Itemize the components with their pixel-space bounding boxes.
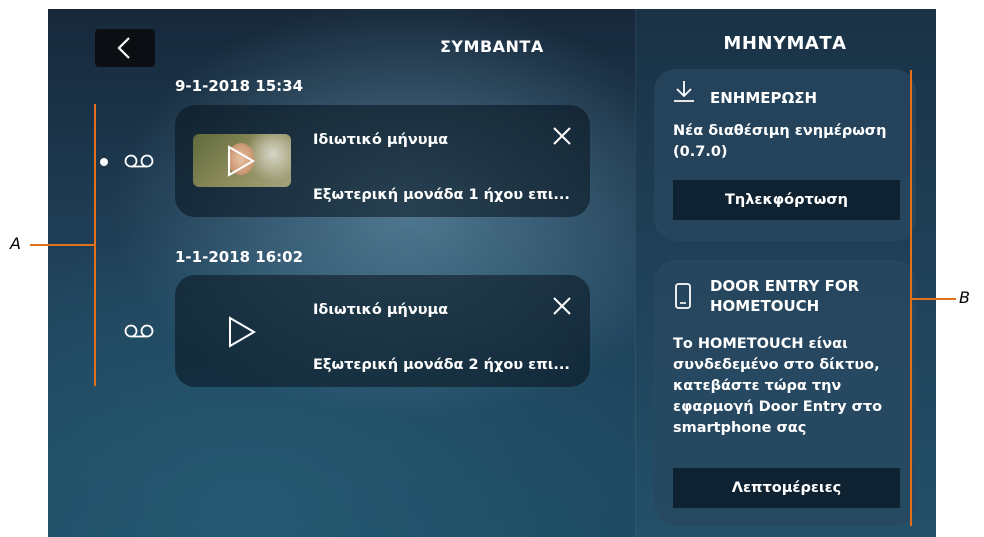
- close-icon[interactable]: [552, 126, 572, 146]
- event-card[interactable]: Ιδιωτικό μήνυμα Εξωτερική μονάδα 1 ήχου …: [175, 105, 590, 217]
- events-title: ΣΥΜΒΑΝΤΑ: [440, 37, 544, 56]
- play-icon: [228, 145, 255, 177]
- annotation-leader-a: [30, 244, 94, 246]
- annotation-leader-b: [912, 298, 956, 300]
- close-icon[interactable]: [552, 296, 572, 316]
- event-title: Ιδιωτικό μήνυμα: [313, 302, 449, 318]
- event-subtitle: Εξωτερική μονάδα 2 ήχου επι...: [313, 357, 570, 373]
- play-icon[interactable]: [227, 316, 257, 348]
- details-button[interactable]: Λεπτομέρειες: [673, 468, 900, 508]
- annotation-label-b: B: [959, 288, 970, 307]
- event-subtitle: Εξωτερική μονάδα 1 ήχου επι...: [313, 187, 570, 203]
- voicemail-icon: [124, 324, 154, 338]
- download-button[interactable]: Τηλεκφόρτωση: [673, 180, 900, 220]
- event-date: 9-1-2018 15:34: [175, 77, 304, 95]
- video-thumbnail[interactable]: [193, 134, 291, 187]
- event-date: 1-1-2018 16:02: [175, 248, 304, 266]
- voicemail-icon: [124, 154, 154, 168]
- message-card: ΕΝΗΜΕΡΩΣΗ Νέα διαθέσιμη ενημέρωση (0.7.0…: [654, 69, 916, 241]
- chevron-left-icon: [117, 37, 130, 59]
- message-card: DOOR ENTRY FOR HOMETOUCH Το HOMETOUCH εί…: [654, 260, 916, 526]
- message-title: DOOR ENTRY FOR HOMETOUCH: [710, 277, 860, 315]
- annotation-bracket-a: [94, 104, 96, 386]
- back-button[interactable]: [95, 29, 155, 67]
- event-title: Ιδιωτικό μήνυμα: [313, 132, 449, 148]
- message-body: Το HOMETOUCH είναι συνδεδεμένο στο δίκτυ…: [673, 336, 883, 436]
- download-icon: [674, 81, 694, 102]
- message-body: Νέα διαθέσιμη ενημέρωση (0.7.0): [673, 123, 887, 160]
- message-title: ΕΝΗΜΕΡΩΣΗ: [710, 89, 818, 107]
- unread-dot-icon: [100, 158, 108, 166]
- event-card[interactable]: Ιδιωτικό μήνυμα Εξωτερική μονάδα 2 ήχου …: [175, 275, 590, 387]
- smartphone-icon: [675, 283, 691, 309]
- annotation-label-a: A: [10, 234, 21, 253]
- messages-title: ΜΗΝΥΜΑΤΑ: [723, 33, 847, 54]
